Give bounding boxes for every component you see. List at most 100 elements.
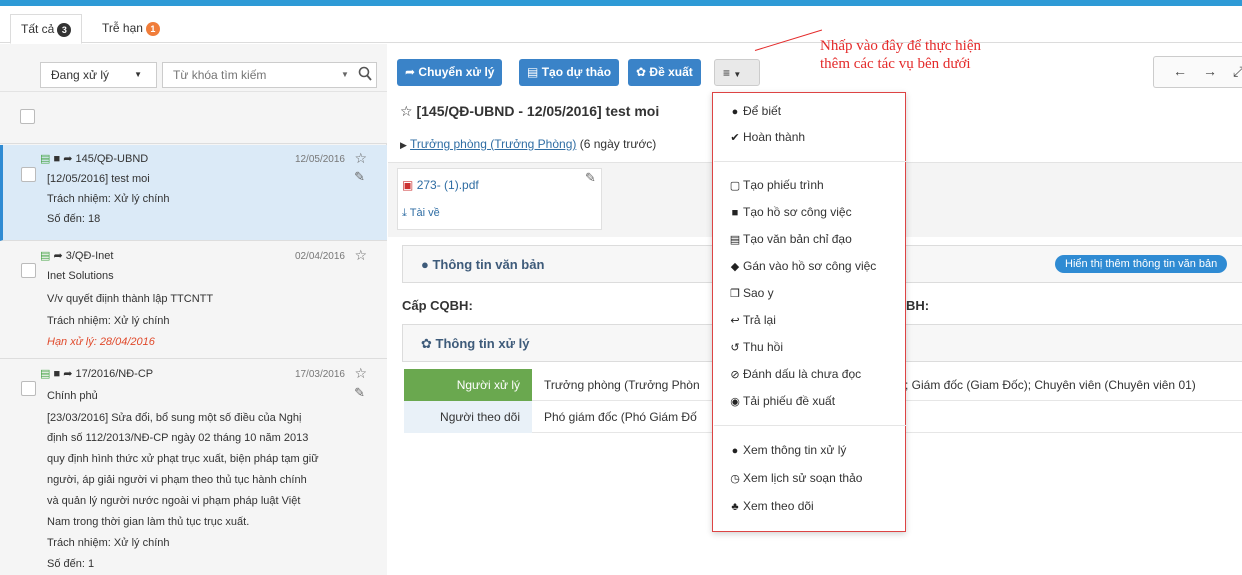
item-subject-line: quy định hình thức xử phạt trục xuất, bi… — [47, 453, 319, 465]
caret-down-icon: ▼ — [733, 70, 742, 79]
tab-all-badge: 3 — [57, 22, 72, 37]
menu-item-return[interactable]: ↩ Trả lại — [727, 313, 776, 327]
menu-item-view-process-info[interactable]: ● Xem thông tin xử lý — [727, 443, 847, 457]
item-code-row: ▤ ■ ➦ 145/QĐ-UBND — [40, 152, 148, 166]
doc-icon: ▤ — [40, 368, 51, 380]
issuing-level-label: Cấp CQBH: — [402, 298, 473, 313]
list-item[interactable]: ▤ ■ ➦ 17/2016/NĐ-CP 17/03/2016 ☆ ✎ Chính… — [0, 359, 387, 575]
nav-group: ← → ⤢ — [1153, 56, 1242, 88]
item-sender: Inet Solutions — [47, 270, 114, 282]
tab-all-label: Tất cả — [21, 22, 55, 36]
item-subject: V/v quyết điịnh thành lập TTCNTT — [47, 293, 214, 305]
item-number: Số đến: 1 — [47, 558, 95, 570]
star-icon[interactable]: ☆ — [354, 150, 367, 167]
forward-icon: ➦ — [63, 368, 73, 380]
menu-item-assign-work-file[interactable]: ◆ Gán vào hồ sơ công việc — [727, 259, 877, 273]
item-code-row: ▤ ➦ 3/QĐ-Inet — [40, 249, 113, 263]
item-responsibility: Trách nhiệm: Xử lý chính — [47, 315, 170, 327]
sitemap-icon: ♣ — [731, 501, 739, 513]
info-icon: ● — [731, 106, 739, 118]
gear-icon: ✿ — [421, 336, 432, 351]
document-sender-row: ▶ Trưởng phòng (Trưởng Phòng) (6 ngày tr… — [400, 137, 656, 151]
doc-icon: ▤ — [40, 250, 51, 262]
item-checkbox[interactable] — [21, 263, 36, 278]
item-code: 17/2016/NĐ-CP — [75, 368, 154, 380]
paperclip-icon: ✎ — [354, 169, 365, 184]
menu-item-copy[interactable]: ❐ Sao y — [727, 286, 774, 300]
undo-icon: ↺ — [730, 342, 740, 354]
search-caret-icon[interactable]: ▼ — [341, 62, 349, 88]
show-more-info-button[interactable]: Hiển thị thêm thông tin văn bản — [1055, 255, 1228, 273]
star-icon[interactable]: ☆ — [400, 103, 413, 119]
attachment-link[interactable]: ▣ 273- (1).pdf — [402, 178, 479, 192]
list-item[interactable]: ▤ ■ ➦ 145/QĐ-UBND 12/05/2016 ☆ ✎ [12/05/… — [0, 145, 387, 241]
menu-item-acknowledge[interactable]: ● Để biết — [727, 104, 781, 118]
gear-icon: ✿ — [636, 65, 647, 79]
item-code: 3/QĐ-Inet — [65, 250, 114, 262]
create-draft-button[interactable]: ▤ Tạo dự thảo — [519, 59, 620, 86]
tab-overdue[interactable]: Trễ hạn 1 — [92, 14, 170, 44]
list-item[interactable]: ▤ ➦ 3/QĐ-Inet 02/04/2016 ☆ Inet Solution… — [0, 241, 387, 359]
menu-item-create-submission[interactable]: ▢ Tạo phiếu trình — [727, 178, 824, 192]
tab-overdue-label: Trễ hạn — [102, 21, 143, 35]
menu-item-label: Tạo hồ sơ công việc — [743, 205, 852, 219]
menu-item-label: Đánh dấu là chưa đọc — [743, 367, 862, 381]
menu-item-create-work-file[interactable]: ■ Tạo hồ sơ công việc — [727, 205, 852, 219]
watcher-label: Người theo dõi — [404, 401, 532, 433]
menu-item-label: Tải phiếu đề xuất — [743, 394, 836, 408]
download-link[interactable]: ⤓ Tài về — [402, 207, 440, 220]
menu-divider — [714, 425, 906, 426]
pdf-icon: ▣ — [402, 178, 414, 192]
item-subject-line: người, áp giải người vi phạm theo thủ tụ… — [47, 474, 307, 486]
propose-button[interactable]: ✿ Đề xuất — [628, 59, 701, 86]
download-icon: ⤓ — [402, 207, 407, 219]
caret-right-icon[interactable]: ▶ — [400, 140, 407, 150]
arrow-right-icon[interactable]: → — [1203, 63, 1217, 79]
menu-item-label: Tạo phiếu trình — [743, 178, 824, 192]
menu-item-view-tracking[interactable]: ♣ Xem theo dõi — [727, 499, 813, 513]
menu-item-complete[interactable]: ✔ Hoàn thành — [727, 130, 805, 144]
issuing-agency-label: BH: — [906, 298, 930, 313]
item-subject: [12/05/2016] test moi — [47, 173, 150, 185]
item-responsibility: Trách nhiệm: Xử lý chính — [47, 193, 170, 205]
item-code: 145/QĐ-UBND — [75, 153, 149, 165]
menu-item-label: Sao y — [743, 286, 774, 300]
annotation-line1: Nhấp vào đây để thực hiện — [820, 38, 981, 54]
check-icon: ✔ — [730, 132, 740, 144]
sender-link[interactable]: Trưởng phòng (Trưởng Phòng) — [410, 137, 576, 151]
more-actions-menu: ● Để biết ✔ Hoàn thành ▢ Tạo phiếu trình ■ T… — [712, 92, 906, 532]
item-checkbox[interactable] — [21, 167, 36, 182]
transfer-button[interactable]: ➦ Chuyển xử lý — [397, 59, 503, 86]
info-icon: ● — [731, 445, 739, 457]
search-icon[interactable] — [358, 66, 372, 82]
page-title: ☆ [145/QĐ-UBND - 12/05/2016] test moi — [400, 103, 659, 120]
paperclip-icon: ✎ — [585, 170, 596, 185]
create-draft-button-label: Tạo dự thảo — [541, 65, 612, 79]
document-info-title: Thông tin văn bản — [432, 257, 545, 272]
item-responsibility: Trách nhiệm: Xử lý chính — [47, 537, 170, 549]
select-all-checkbox[interactable] — [20, 109, 35, 124]
status-select[interactable]: Đang xử lý ▼ — [40, 62, 157, 88]
menu-item-create-directive[interactable]: ▤ Tạo văn bản chỉ đạo — [727, 232, 852, 246]
menu-item-mark-unread[interactable]: ⊘ Đánh dấu là chưa đọc — [727, 367, 861, 381]
handler-value-right: ; Giám đốc (Giam Đốc); Chuyên viên (Chuy… — [905, 378, 1196, 392]
menu-item-download-proposal[interactable]: ◉ Tải phiếu đề xuất — [727, 394, 835, 408]
document-icon: ▤ — [729, 234, 741, 246]
item-checkbox[interactable] — [21, 381, 36, 396]
expand-icon[interactable]: ⤢ — [1233, 63, 1242, 80]
menu-item-label: Xem thông tin xử lý — [743, 443, 847, 457]
menu-item-view-edit-history[interactable]: ◷ Xem lịch sử soạn thảo — [727, 471, 862, 485]
more-actions-button[interactable]: ≡ ▼ — [714, 59, 760, 86]
tab-all[interactable]: Tất cả 3 — [10, 14, 83, 44]
star-icon[interactable]: ☆ — [354, 247, 367, 264]
annotation-text: Nhấp vào đây để thực hiện thêm các tác v… — [820, 37, 981, 73]
item-date: 12/05/2016 — [294, 154, 345, 165]
forward-icon: ➦ — [53, 250, 63, 262]
forward-icon: ➦ — [63, 153, 73, 165]
star-icon[interactable]: ☆ — [354, 365, 367, 382]
arrow-left-icon[interactable]: ← — [1173, 63, 1187, 79]
menu-item-label: Hoàn thành — [743, 130, 806, 144]
menu-item-recall[interactable]: ↺ Thu hồi — [727, 340, 783, 354]
process-info-title: Thông tin xử lý — [435, 336, 530, 351]
menu-item-label: Trả lại — [743, 313, 776, 327]
